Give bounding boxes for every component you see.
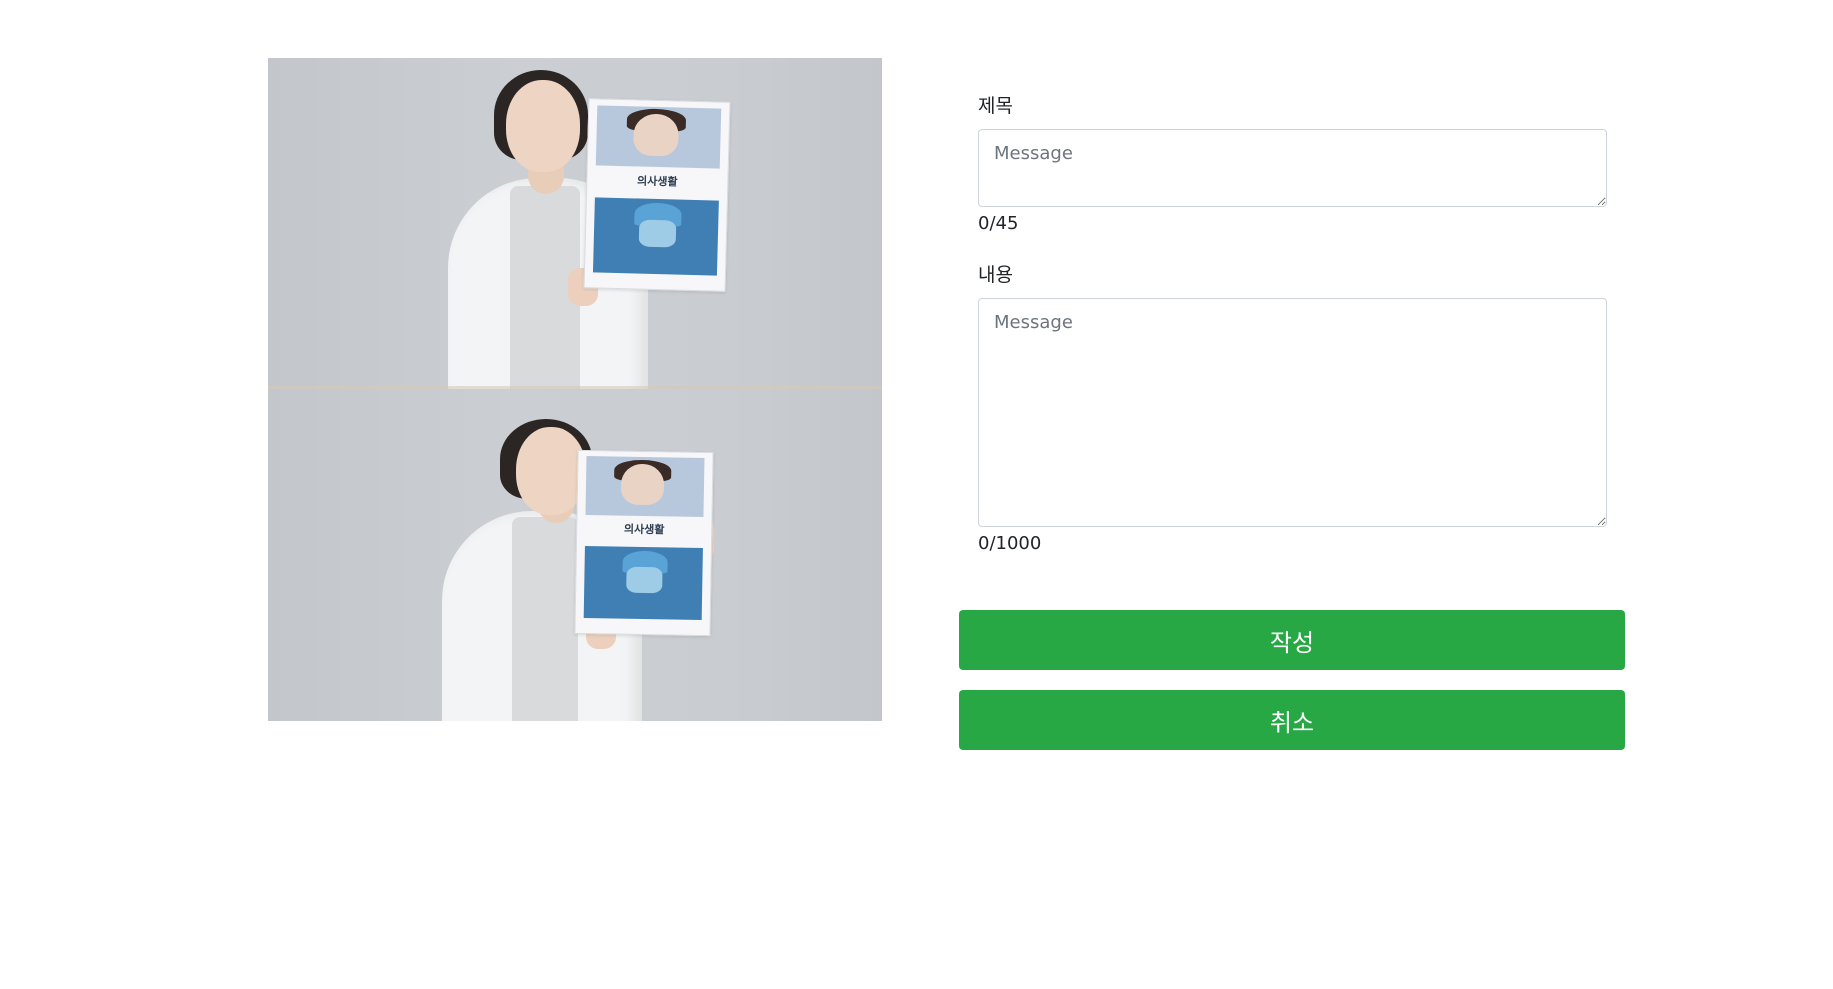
photo-top: 의사생활 — [268, 58, 882, 389]
photo-gallery: 의사생활 의사생활 — [268, 58, 882, 721]
submit-button[interactable]: 작성 — [959, 610, 1625, 670]
photo-bottom: 의사생활 — [268, 389, 882, 721]
title-char-counter: 0/45 — [978, 213, 1019, 234]
poster: 의사생활 — [574, 449, 714, 637]
content-label: 내용 — [978, 264, 1013, 286]
cancel-button[interactable]: 취소 — [959, 690, 1625, 750]
title-label: 제목 — [978, 95, 1013, 117]
title-input[interactable] — [978, 129, 1607, 207]
content-input[interactable] — [978, 298, 1607, 527]
content-char-counter: 0/1000 — [978, 533, 1042, 554]
poster: 의사생활 — [583, 98, 731, 292]
